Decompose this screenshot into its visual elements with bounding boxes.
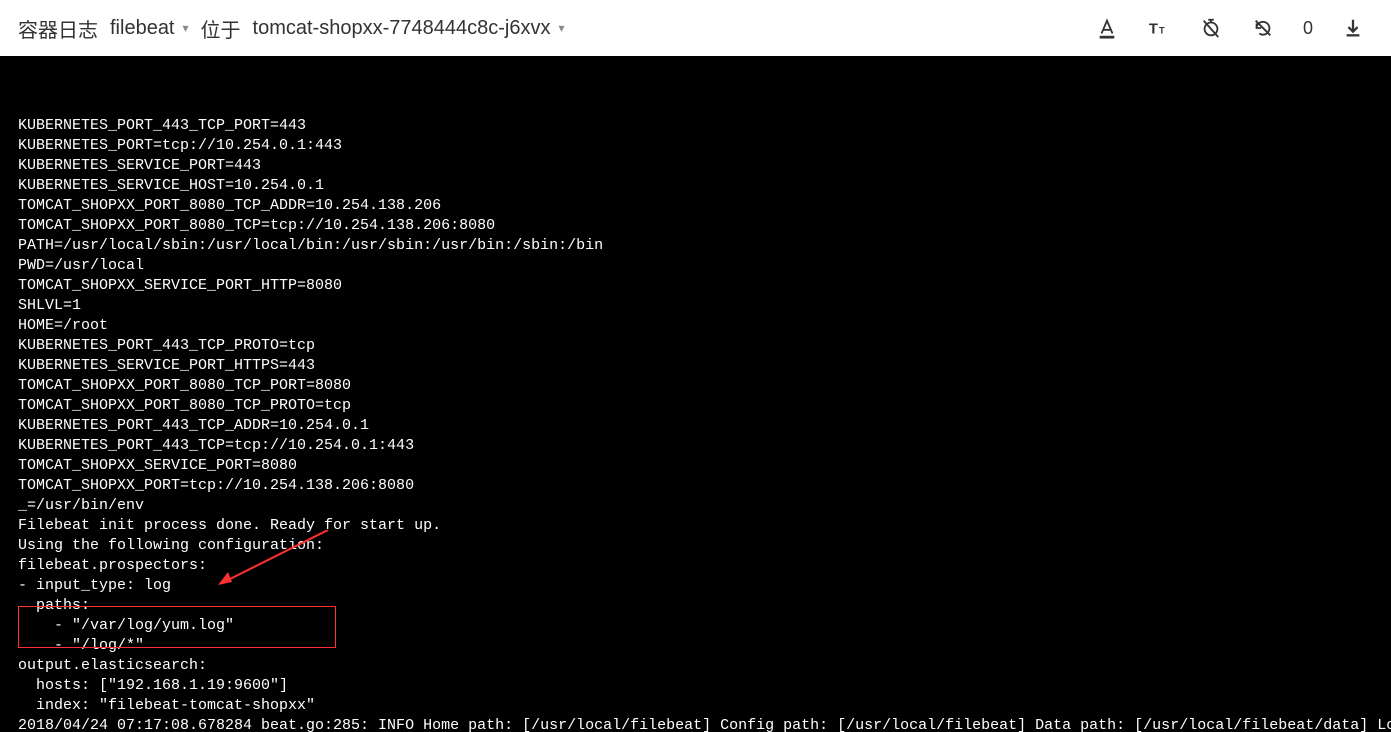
log-line: hosts: ["192.168.1.19:9600"] xyxy=(18,676,1373,696)
log-line: SHLVL=1 xyxy=(18,296,1373,316)
log-line: KUBERNETES_PORT=tcp://10.254.0.1:443 xyxy=(18,136,1373,156)
container-selector[interactable]: filebeat ▾ xyxy=(104,13,195,44)
log-line: - input_type: log xyxy=(18,576,1373,596)
pod-selector[interactable]: tomcat-shopxx-7748444c8c-j6xvx ▾ xyxy=(247,13,571,44)
pod-selector-value: tomcat-shopxx-7748444c8c-j6xvx xyxy=(253,17,551,40)
log-line: Filebeat init process done. Ready for st… xyxy=(18,516,1373,536)
chevron-down-icon: ▾ xyxy=(558,21,564,35)
log-line: Using the following configuration: xyxy=(18,536,1373,556)
log-line: TOMCAT_SHOPXX_PORT=tcp://10.254.138.206:… xyxy=(18,476,1373,496)
located-label: 位于 xyxy=(201,14,241,43)
text-size-button[interactable]: T T xyxy=(1147,16,1171,40)
container-selector-value: filebeat xyxy=(110,17,175,40)
refresh-off-button[interactable] xyxy=(1251,16,1275,40)
log-line: HOME=/root xyxy=(18,316,1373,336)
log-line: filebeat.prospectors: xyxy=(18,556,1373,576)
text-color-icon xyxy=(1096,17,1118,39)
log-line: KUBERNETES_PORT_443_TCP_PORT=443 xyxy=(18,116,1373,136)
log-count: 0 xyxy=(1303,18,1313,39)
log-line: - "/log/*" xyxy=(18,636,1373,656)
svg-text:T: T xyxy=(1159,26,1165,36)
text-size-icon: T T xyxy=(1148,17,1170,39)
text-color-button[interactable] xyxy=(1095,16,1119,40)
header-actions: T T 0 xyxy=(1095,16,1373,40)
svg-text:T: T xyxy=(1149,22,1158,38)
header-left: 容器日志 filebeat ▾ 位于 tomcat-shopxx-7748444… xyxy=(18,13,570,44)
refresh-off-icon xyxy=(1252,17,1274,39)
log-line: paths: xyxy=(18,596,1373,616)
log-line: _=/usr/bin/env xyxy=(18,496,1373,516)
header-bar: 容器日志 filebeat ▾ 位于 tomcat-shopxx-7748444… xyxy=(0,0,1391,56)
log-line: TOMCAT_SHOPXX_PORT_8080_TCP_PORT=8080 xyxy=(18,376,1373,396)
log-line: TOMCAT_SHOPXX_SERVICE_PORT_HTTP=8080 xyxy=(18,276,1373,296)
download-icon xyxy=(1342,17,1364,39)
timer-off-button[interactable] xyxy=(1199,16,1223,40)
download-button[interactable] xyxy=(1341,16,1365,40)
terminal-output[interactable]: KUBERNETES_PORT_443_TCP_PORT=443KUBERNET… xyxy=(0,56,1391,732)
log-line: TOMCAT_SHOPXX_PORT_8080_TCP_ADDR=10.254.… xyxy=(18,196,1373,216)
log-line: PWD=/usr/local xyxy=(18,256,1373,276)
log-line: - "/var/log/yum.log" xyxy=(18,616,1373,636)
log-line: TOMCAT_SHOPXX_SERVICE_PORT=8080 xyxy=(18,456,1373,476)
log-line: KUBERNETES_SERVICE_PORT=443 xyxy=(18,156,1373,176)
log-line: index: "filebeat-tomcat-shopxx" xyxy=(18,696,1373,716)
log-line: KUBERNETES_PORT_443_TCP_ADDR=10.254.0.1 xyxy=(18,416,1373,436)
log-line: output.elasticsearch: xyxy=(18,656,1373,676)
log-line: TOMCAT_SHOPXX_PORT_8080_TCP_PROTO=tcp xyxy=(18,396,1373,416)
log-line: TOMCAT_SHOPXX_PORT_8080_TCP=tcp://10.254… xyxy=(18,216,1373,236)
log-line: KUBERNETES_SERVICE_PORT_HTTPS=443 xyxy=(18,356,1373,376)
log-line: KUBERNETES_PORT_443_TCP=tcp://10.254.0.1… xyxy=(18,436,1373,456)
log-line: KUBERNETES_SERVICE_HOST=10.254.0.1 xyxy=(18,176,1373,196)
timer-off-icon xyxy=(1200,17,1222,39)
log-line: KUBERNETES_PORT_443_TCP_PROTO=tcp xyxy=(18,336,1373,356)
page-title: 容器日志 xyxy=(18,14,98,43)
log-line: PATH=/usr/local/sbin:/usr/local/bin:/usr… xyxy=(18,236,1373,256)
log-line: 2018/04/24 07:17:08.678284 beat.go:285: … xyxy=(18,716,1373,732)
chevron-down-icon: ▾ xyxy=(183,21,189,35)
